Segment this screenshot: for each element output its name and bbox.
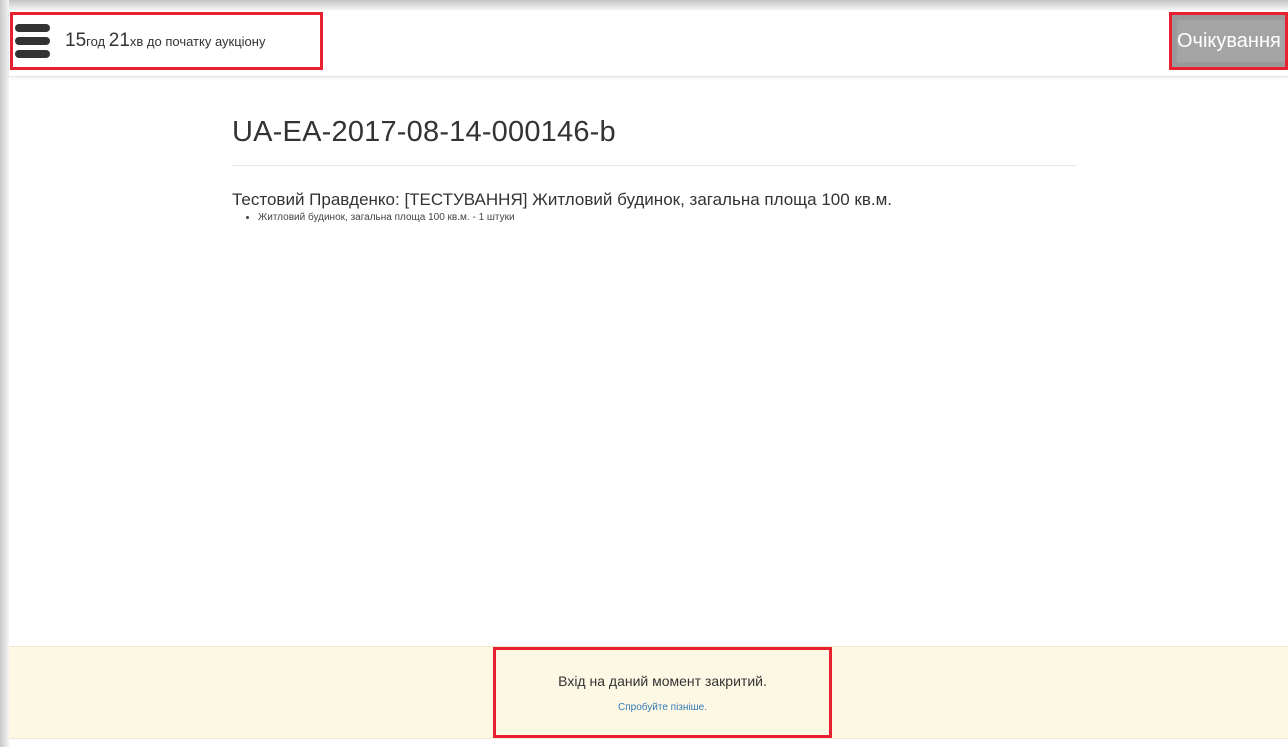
lot-items-list: Житловий будинок, загальна площа 100 кв.…	[232, 212, 1077, 224]
auction-id-title: UA-EA-2017-08-14-000146-b	[232, 116, 616, 148]
lot-title: Тестовий Правденко: [ТЕСТУВАННЯ] Житлови…	[232, 190, 893, 209]
countdown-minutes: 21	[108, 30, 130, 51]
divider	[232, 165, 1077, 166]
menu-icon[interactable]	[15, 24, 50, 58]
window-shadow-left	[0, 0, 9, 747]
top-navbar: 15год 21хв до початку аукціону Очікуванн…	[9, 10, 1288, 77]
login-closed-message: Вхід на даний момент закритий.	[558, 673, 767, 689]
login-notice-bar: Вхід на даний момент закритий. Спробуйте…	[9, 646, 1288, 739]
countdown-hours-unit: год	[86, 34, 106, 49]
countdown-hours: 15	[65, 30, 87, 51]
countdown-minutes-unit: хв до початку аукціону	[129, 34, 266, 49]
try-later-link[interactable]: Спробуйте пізніше.	[496, 702, 829, 713]
login-notice-box: Вхід на даний момент закритий. Спробуйте…	[493, 647, 832, 738]
status-badge: Очікування	[1177, 20, 1285, 62]
countdown-box: 15год 21хв до початку аукціону	[10, 12, 323, 70]
auction-info: UA-EA-2017-08-14-000146-b Тестовий Правд…	[232, 100, 1077, 224]
window-shadow-top	[0, 0, 1288, 10]
status-box: Очікування	[1169, 12, 1288, 70]
countdown-timer: 15год 21хв до початку аукціону	[65, 30, 265, 52]
list-item: Житловий будинок, загальна площа 100 кв.…	[258, 212, 1077, 224]
